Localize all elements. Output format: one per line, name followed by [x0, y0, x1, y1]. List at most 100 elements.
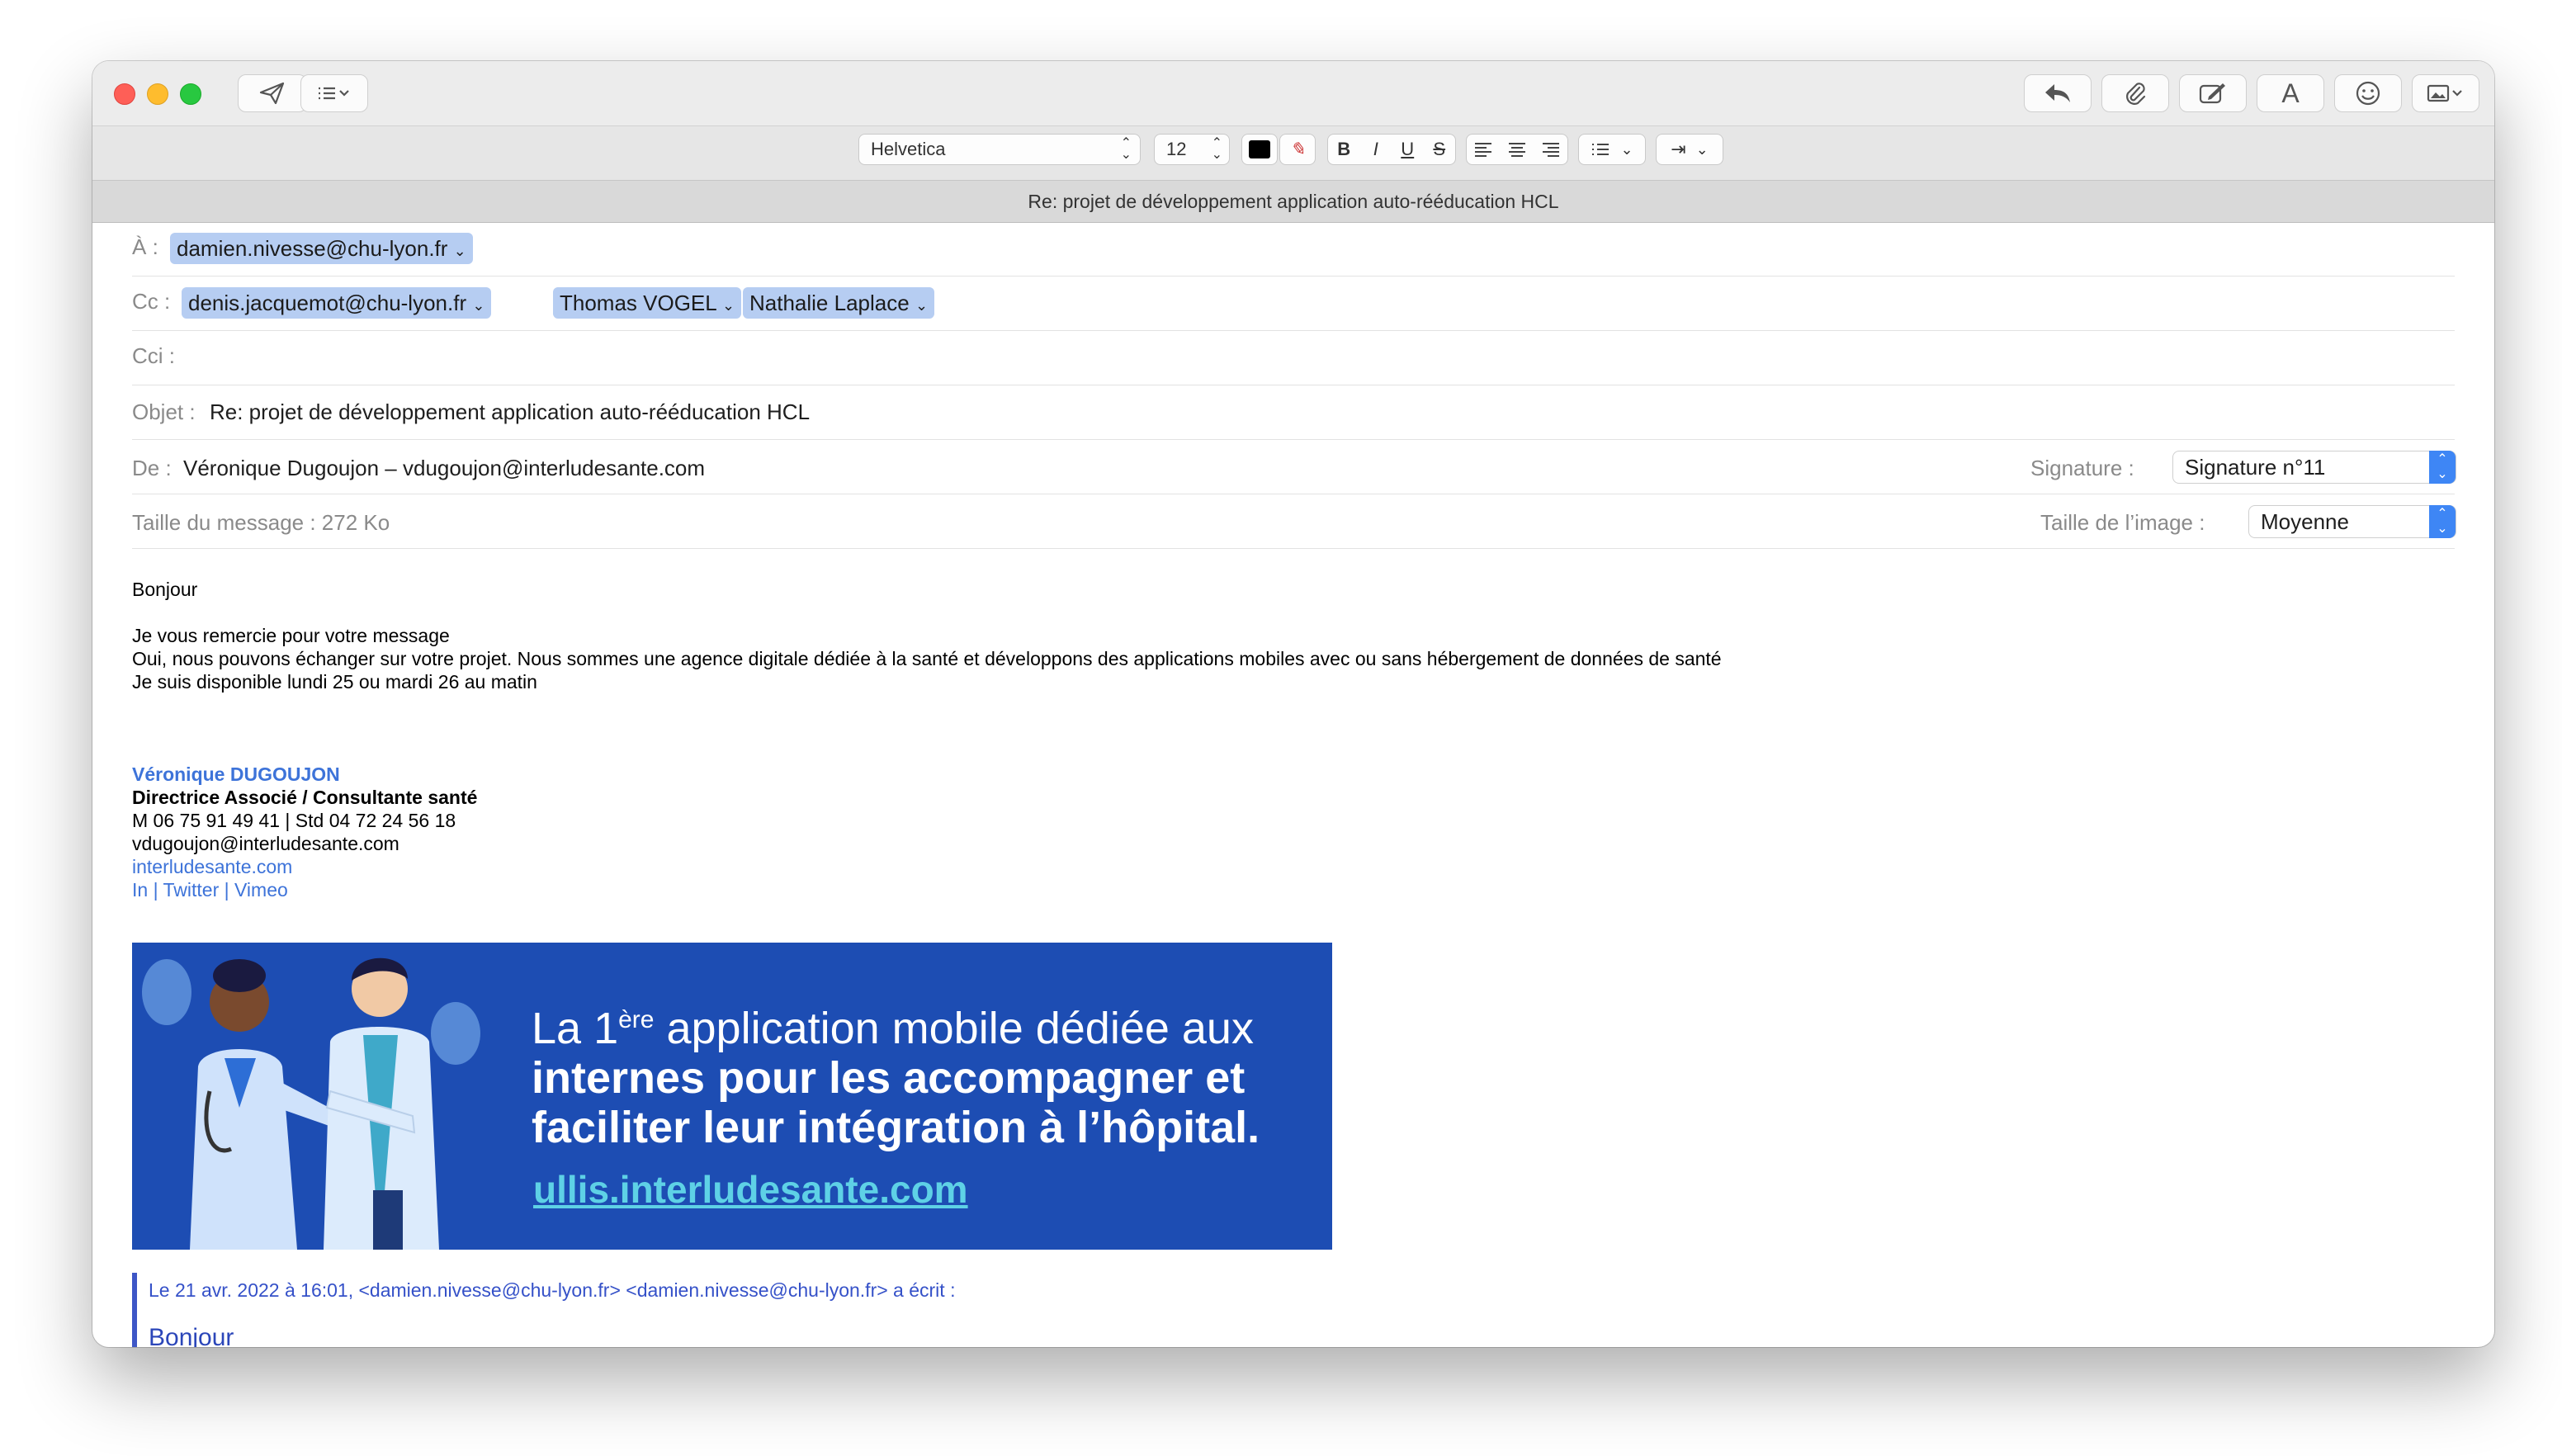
from-field[interactable]: Véronique Dugoujon – vdugoujon@interlude… — [183, 456, 705, 481]
font-family-value: Helvetica — [871, 139, 946, 159]
chevron-down-icon: ⌄ — [453, 243, 466, 259]
header-fields-button[interactable] — [300, 74, 368, 112]
markup-pen-icon — [2199, 83, 2225, 104]
image-size-label: Taille de l’image : — [2040, 510, 2205, 535]
message-size-value: 272 Ko — [321, 510, 390, 535]
banner-line-2: internes pour les accompagner et — [532, 1053, 1246, 1103]
chevron-down-icon: ⌄ — [472, 297, 485, 314]
quoted-header: Le 21 avr. 2022 à 16:01, <damien.nivesse… — [149, 1279, 956, 1301]
bold-button[interactable]: B — [1328, 139, 1360, 160]
photo-browser-button[interactable] — [2412, 74, 2479, 112]
signature-label: Signature : — [2030, 456, 2134, 480]
reply-arrow-icon — [2045, 84, 2070, 102]
signature-social-links[interactable]: In | Twitter | Vimeo — [132, 879, 288, 901]
message-size-label: Taille du message : 272 Ko — [132, 510, 390, 535]
smiley-icon — [2356, 81, 2380, 106]
align-center-icon[interactable] — [1507, 141, 1527, 158]
from-row: De : Véronique Dugoujon – vdugoujon@inte… — [132, 439, 2456, 494]
format-button[interactable]: A — [2257, 74, 2324, 112]
highlight-pen-icon: ✎ — [1289, 139, 1306, 159]
signature-website-link[interactable]: interludesante.com — [132, 856, 292, 877]
banner-url-link[interactable]: ullis.interludesante.com — [533, 1167, 968, 1212]
select-arrows-icon: ⌃ ⌄ — [1211, 136, 1222, 162]
quoted-first-line: Bonjour — [149, 1324, 234, 1347]
body-line: Oui, nous pouvons échanger sur votre pro… — [132, 648, 1722, 669]
font-a-icon: A — [2281, 78, 2300, 108]
message-body[interactable]: Bonjour Je vous remercie pour votre mess… — [132, 578, 1722, 901]
chevron-down-icon: ⌄ — [1695, 140, 1709, 158]
minimize-window-button[interactable] — [147, 83, 168, 105]
chevron-down-icon: ⌄ — [722, 297, 735, 314]
italic-button[interactable]: I — [1360, 139, 1392, 160]
strikethrough-button[interactable]: S — [1424, 139, 1456, 160]
indent-select[interactable]: ⇥ ⌄ — [1656, 134, 1723, 165]
window-title: Re: projet de développement application … — [92, 180, 2494, 223]
body-line: Je vous remercie pour votre message — [132, 625, 450, 646]
style-buttons: B I U S — [1327, 134, 1456, 165]
to-label: À : — [132, 234, 158, 259]
email-signature: Véronique DUGOUJON Directrice Associé / … — [132, 763, 1722, 901]
banner-line-3: faciliter leur intégration à l’hôpital. — [532, 1103, 1260, 1152]
text-color-button[interactable] — [1241, 134, 1278, 165]
zoom-window-button[interactable] — [180, 83, 201, 105]
signature-title: Directrice Associé / Consultante santé — [132, 787, 478, 808]
cc-recipient-token[interactable]: denis.jacquemot@chu-lyon.fr ⌄ — [182, 287, 492, 319]
bcc-label: Cci : — [132, 343, 175, 368]
font-family-select[interactable]: Helvetica ⌃ ⌄ — [858, 134, 1141, 165]
chevron-down-icon: ⌄ — [915, 297, 929, 314]
cc-row: Cc : denis.jacquemot@chu-lyon.fr ⌄ Thoma… — [132, 276, 2455, 331]
subject-row: Objet : Re: projet de développement appl… — [132, 385, 2455, 440]
send-button[interactable] — [238, 74, 307, 112]
signature-name: Véronique DUGOUJON — [132, 763, 340, 785]
photo-icon — [2427, 84, 2462, 102]
select-stepper-icon: ⌃ ⌄ — [2429, 451, 2456, 484]
paperclip-icon — [2126, 83, 2146, 105]
from-label: De : — [132, 456, 172, 480]
greeting: Bonjour — [132, 579, 198, 600]
paper-plane-icon — [259, 82, 285, 105]
select-arrows-icon: ⌃ ⌄ — [1120, 136, 1132, 162]
cc-recipient-token[interactable]: Thomas VOGEL ⌄ — [553, 287, 742, 319]
font-size-select[interactable]: 12 ⌃ ⌄ — [1154, 134, 1230, 165]
doctors-illustration — [142, 957, 480, 1250]
toolbar: A — [92, 61, 2494, 125]
bcc-row[interactable]: Cci : — [132, 330, 2455, 385]
close-window-button[interactable] — [114, 83, 135, 105]
mail-compose-window: A Helvetica ⌃ ⌄ 12 ⌃ ⌄ ✎ B I U S ⌄ ⇥ ⌄ R… — [92, 61, 2494, 1347]
highlight-color-button[interactable]: ✎ — [1279, 134, 1316, 165]
signature-banner: La 1ère application mobile dédiée aux in… — [132, 943, 1332, 1250]
subject-label: Objet : — [132, 399, 196, 424]
underline-button[interactable]: U — [1392, 139, 1424, 160]
quote-bar — [132, 1273, 137, 1347]
signature-select[interactable]: Signature n°11 ⌃ ⌄ — [2172, 451, 2456, 484]
body-line: Je suis disponible lundi 25 ou mardi 26 … — [132, 671, 537, 693]
color-swatch-icon — [1249, 140, 1270, 158]
chevron-down-icon: ⌄ — [1620, 140, 1633, 158]
indent-icon: ⇥ — [1671, 139, 1686, 159]
cc-recipient-token[interactable]: Nathalie Laplace ⌄ — [743, 287, 935, 319]
image-size-value: Moyenne — [2261, 509, 2349, 534]
select-stepper-icon: ⌃ ⌄ — [2429, 505, 2456, 538]
signature-email: vdugoujon@interludesante.com — [132, 833, 399, 854]
list-style-select[interactable]: ⌄ — [1578, 134, 1646, 165]
cc-label: Cc : — [132, 289, 171, 314]
alignment-buttons — [1466, 134, 1568, 165]
signature-phones: M 06 75 91 49 41 | Std 04 72 24 56 18 — [132, 810, 456, 831]
attach-button[interactable] — [2101, 74, 2169, 112]
subject-field[interactable]: Re: projet de développement application … — [210, 399, 810, 425]
align-right-icon[interactable] — [1541, 141, 1561, 158]
recipient-token[interactable]: damien.nivesse@chu-lyon.fr ⌄ — [170, 233, 473, 264]
banner-line-1: La 1ère application mobile dédiée aux — [532, 1004, 1254, 1053]
bullet-list-icon — [1592, 144, 1610, 155]
image-size-select[interactable]: Moyenne ⌃ ⌄ — [2248, 505, 2456, 538]
banner-tagline: La 1ère application mobile dédiée aux in… — [532, 995, 1260, 1152]
align-left-icon[interactable] — [1473, 141, 1493, 158]
to-row: À : damien.nivesse@chu-lyon.fr ⌄ — [132, 221, 2455, 277]
list-icon — [319, 87, 349, 100]
size-row: Taille du message : 272 Ko Taille de l’i… — [132, 494, 2456, 549]
font-size-value: 12 — [1166, 139, 1187, 159]
reply-button[interactable] — [2024, 74, 2092, 112]
emoji-button[interactable] — [2334, 74, 2402, 112]
markup-button[interactable] — [2179, 74, 2247, 112]
signature-value: Signature n°11 — [2185, 455, 2326, 480]
